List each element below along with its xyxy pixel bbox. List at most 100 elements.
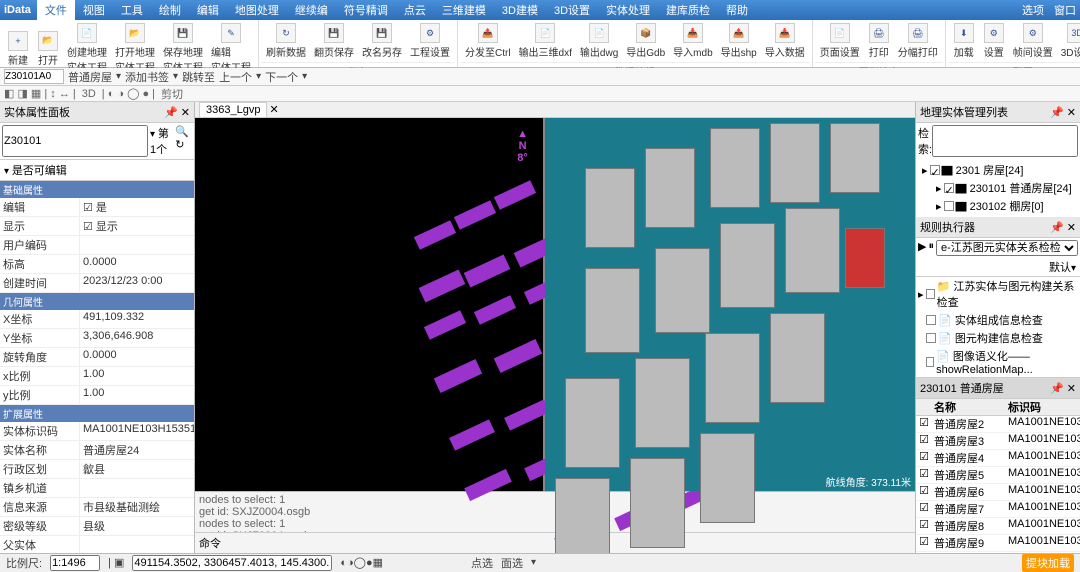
rule-item[interactable]: ▸ 📁 江苏实体与图元构建关系检查 bbox=[916, 277, 1080, 311]
ribbon-翻页保存[interactable]: 💾翻页保存 bbox=[311, 22, 357, 60]
ribbon-导入mdb[interactable]: 📥导入mdb bbox=[670, 22, 715, 60]
building-2d[interactable] bbox=[504, 399, 550, 430]
bookmark-dd[interactable]: 添加书签 bbox=[125, 69, 169, 85]
table-row[interactable]: ☑普通房屋8MA1001NE103H1535... bbox=[916, 518, 1080, 535]
menu-10[interactable]: 3D建模 bbox=[494, 0, 546, 20]
menu-9[interactable]: 三维建模 bbox=[434, 0, 494, 20]
building-3d[interactable] bbox=[630, 458, 685, 548]
prop-row[interactable]: 标高0.0000 bbox=[0, 255, 194, 274]
rule-item[interactable]: 📄 图元构建信息检查 bbox=[916, 329, 1080, 347]
ribbon-输出三维dxf[interactable]: 📄输出三维dxf bbox=[516, 22, 575, 60]
building-2d[interactable] bbox=[454, 200, 496, 230]
prop-row[interactable]: Y坐标3,306,646.908 bbox=[0, 329, 194, 348]
panel-pin-icon[interactable]: 📌 ✕ bbox=[164, 106, 190, 119]
menu-8[interactable]: 点云 bbox=[396, 0, 434, 20]
scale-input[interactable] bbox=[50, 555, 100, 571]
menu-12[interactable]: 实体处理 bbox=[598, 0, 658, 20]
building-3d[interactable] bbox=[830, 123, 880, 193]
prop-row[interactable]: 密级等级县级 bbox=[0, 517, 194, 536]
building-2d[interactable] bbox=[474, 295, 516, 325]
layer-filter[interactable] bbox=[2, 125, 148, 157]
building-3d[interactable] bbox=[700, 433, 755, 523]
building-3d[interactable] bbox=[705, 333, 760, 423]
tree-item[interactable]: ▸ ✓ ▇ 230101 普通房屋[24] bbox=[918, 179, 1078, 197]
prop-row[interactable]: y比例1.00 bbox=[0, 386, 194, 405]
prop-row[interactable]: 创建时间2023/12/23 0:00 bbox=[0, 274, 194, 293]
ribbon-新建[interactable]: +新建 bbox=[4, 30, 32, 68]
menu-1[interactable]: 视图 bbox=[75, 0, 113, 20]
menu-11[interactable]: 3D设置 bbox=[546, 0, 598, 20]
cut-btn[interactable]: 剪切 bbox=[161, 86, 183, 102]
rule-item[interactable]: 📄 实体组成信息检查 bbox=[916, 311, 1080, 329]
load-status[interactable]: 提块加载 bbox=[1022, 554, 1074, 572]
building-3d[interactable] bbox=[645, 148, 695, 228]
building-3d[interactable] bbox=[565, 378, 620, 468]
search-input[interactable] bbox=[932, 125, 1078, 157]
table-row[interactable]: ☑普通房屋6MA1001NE103H1535... bbox=[916, 484, 1080, 501]
menu-4[interactable]: 编辑 bbox=[189, 0, 227, 20]
rule-item[interactable]: 📄 图像语义化——showRelationMap... bbox=[916, 347, 1080, 377]
prop-row[interactable]: 用户编码 bbox=[0, 236, 194, 255]
building-2d[interactable] bbox=[494, 180, 536, 210]
prop-row[interactable]: 实体标识码MA1001NE103H15351422... bbox=[0, 422, 194, 441]
menu-7[interactable]: 符号精调 bbox=[336, 0, 396, 20]
tab-close-icon[interactable]: ✕ bbox=[269, 103, 278, 116]
building-2d[interactable] bbox=[494, 339, 542, 373]
menu-3[interactable]: 绘制 bbox=[151, 0, 189, 20]
building-3d[interactable] bbox=[770, 313, 825, 403]
ribbon-刷新数据[interactable]: ↻刷新数据 bbox=[263, 22, 309, 60]
prop-row[interactable]: 信息来源市县级基础测绘 bbox=[0, 498, 194, 517]
prop-row[interactable]: 实体名称普通房屋24 bbox=[0, 441, 194, 460]
prop-row[interactable]: 行政区划歙县 bbox=[0, 460, 194, 479]
ribbon-加载[interactable]: ⬇加载 bbox=[950, 22, 978, 60]
table-row[interactable]: ☑普通房屋3MA1001NE103H1535... bbox=[916, 433, 1080, 450]
building-3d[interactable] bbox=[845, 228, 885, 288]
ribbon-3D设置[interactable]: 3D3D设置 bbox=[1058, 22, 1080, 60]
prop-row[interactable]: 父实体 bbox=[0, 536, 194, 553]
ribbon-导入数据[interactable]: 📥导入数据 bbox=[762, 22, 808, 60]
prop-row[interactable]: X坐标491,109.332 bbox=[0, 310, 194, 329]
table-row[interactable]: ☑普通房屋9MA1001NE103H1535... bbox=[916, 535, 1080, 552]
ribbon-打印[interactable]: 🖨打印 bbox=[865, 22, 893, 60]
tree-item[interactable]: ▸ ✓ ▇ 2301 房屋[24] bbox=[918, 161, 1078, 179]
ribbon-打开[interactable]: 📂打开 bbox=[34, 30, 62, 68]
prev-btn[interactable]: 上一个 bbox=[219, 69, 252, 85]
building-3d[interactable] bbox=[710, 128, 760, 208]
ribbon-分幅打印[interactable]: 🖨分幅打印 bbox=[895, 22, 941, 60]
building-2d[interactable] bbox=[449, 419, 495, 450]
ribbon-改名另存[interactable]: 💾改名另存 bbox=[359, 22, 405, 60]
menu-2[interactable]: 工具 bbox=[113, 0, 151, 20]
view-2d[interactable]: ▲N8° bbox=[195, 118, 545, 491]
next-btn[interactable]: 下一个 bbox=[265, 69, 298, 85]
ribbon-输出dwg[interactable]: 📄输出dwg bbox=[577, 22, 621, 60]
window-menu[interactable]: 窗口 bbox=[1054, 2, 1076, 18]
ribbon-导出Gdb[interactable]: 📦导出Gdb bbox=[623, 22, 668, 60]
building-3d[interactable] bbox=[635, 358, 690, 448]
prop-row[interactable]: 显示☑ 显示 bbox=[0, 217, 194, 236]
building-3d[interactable] bbox=[770, 123, 820, 203]
table-row[interactable]: ☑普通房屋2MA1001NE103H1535... bbox=[916, 416, 1080, 433]
building-3d[interactable] bbox=[585, 268, 640, 353]
prop-row[interactable]: 镇乡机道 bbox=[0, 479, 194, 498]
building-3d[interactable] bbox=[585, 168, 635, 248]
ribbon-分发至Ctrl[interactable]: 📤分发至Ctrl bbox=[462, 22, 514, 60]
ribbon-导出shp[interactable]: 📤导出shp bbox=[718, 22, 760, 60]
mode-3d[interactable]: 3D bbox=[82, 88, 96, 100]
menu-5[interactable]: 地图处理 bbox=[227, 0, 287, 20]
prop-row[interactable]: 编辑☑ 是 bbox=[0, 198, 194, 217]
table-row[interactable]: ☑普通房屋5MA1001NE103H1535... bbox=[916, 467, 1080, 484]
building-2d[interactable] bbox=[419, 269, 466, 302]
rule-stop-icon[interactable]: ⏸ bbox=[928, 240, 934, 256]
ribbon-帧间设置[interactable]: ⚙帧间设置 bbox=[1010, 22, 1056, 60]
rule-select[interactable]: e-江苏图元实体关系检检 bbox=[936, 240, 1078, 256]
ribbon-设置[interactable]: ⚙设置 bbox=[980, 22, 1008, 60]
building-2d[interactable] bbox=[424, 310, 466, 340]
pt-select[interactable]: 点选 bbox=[471, 555, 493, 571]
table-row[interactable]: ☑普通房屋4MA1001NE103H1535... bbox=[916, 450, 1080, 467]
view-tab[interactable]: 3363_Lgvp bbox=[199, 102, 267, 118]
building-3d[interactable] bbox=[555, 478, 610, 553]
ribbon-页面设置[interactable]: 📄页面设置 bbox=[817, 22, 863, 60]
menu-0[interactable]: 文件 bbox=[37, 0, 75, 20]
building-3d[interactable] bbox=[720, 223, 775, 308]
refresh-icon[interactable]: 🔍 ↻ bbox=[175, 125, 192, 157]
